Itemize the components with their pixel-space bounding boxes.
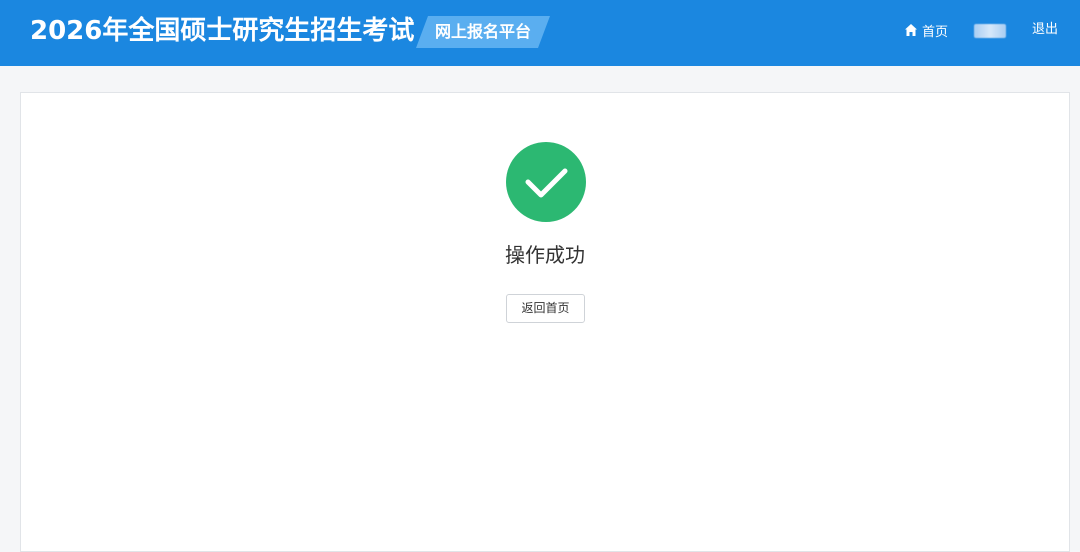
back-home-button[interactable]: 返回首页	[506, 294, 585, 323]
home-icon	[904, 23, 922, 37]
check-circle-icon	[506, 142, 586, 222]
user-name-blurred[interactable]	[974, 24, 1006, 38]
platform-badge-label: 网上报名平台	[434, 22, 531, 41]
top-header: 2026年全国硕士研究生招生考试 网上报名平台 首页 退出	[0, 0, 1080, 66]
result-title: 操作成功	[505, 243, 585, 267]
nav-home-label: 首页	[922, 24, 949, 40]
result-panel: 操作成功 返回首页	[20, 92, 1070, 552]
platform-badge: 网上报名平台	[416, 16, 550, 48]
nav-home-link[interactable]: 首页	[904, 20, 948, 40]
logout-link[interactable]: 退出	[1032, 20, 1058, 40]
site-title: 2026年全国硕士研究生招生考试	[30, 16, 415, 46]
